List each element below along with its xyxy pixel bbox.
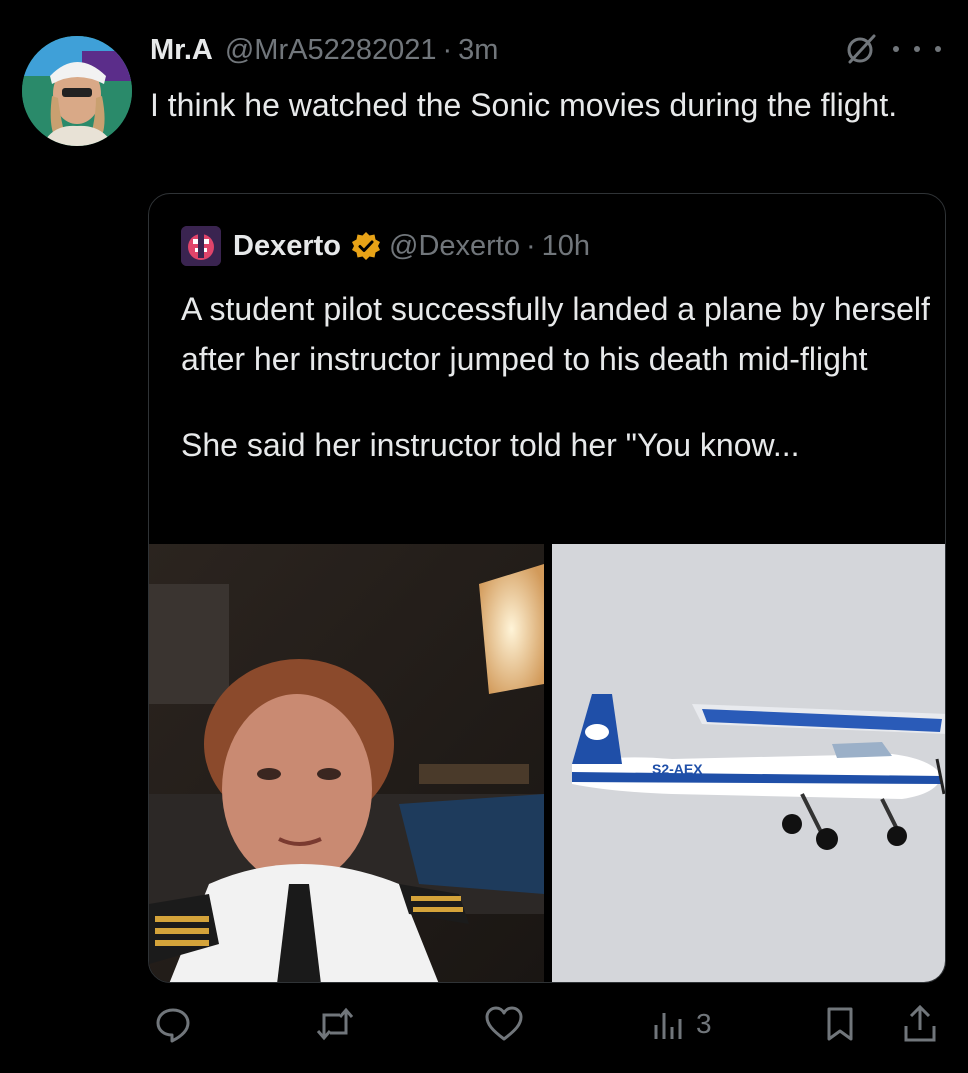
author-name[interactable]: Mr.A	[150, 34, 213, 67]
retweet-button[interactable]	[314, 1000, 356, 1048]
media-grid: S2-AEX	[149, 544, 945, 982]
quoted-author-name[interactable]: Dexerto	[233, 230, 341, 263]
tweet[interactable]: Mr.A @MrA52282021 · 3m I think he watche…	[0, 0, 968, 1073]
tweet-time[interactable]: 3m	[458, 34, 498, 67]
author-handle[interactable]: @MrA52282021	[225, 34, 437, 67]
quoted-author-handle[interactable]: @Dexerto	[389, 230, 520, 263]
plane-registration: S2-AEX	[652, 761, 703, 777]
more-icon[interactable]	[893, 34, 941, 64]
author-avatar[interactable]	[22, 36, 132, 146]
share-icon	[902, 1004, 938, 1044]
bookmark-button[interactable]	[824, 1000, 856, 1048]
quoted-paragraph-1: A student pilot successfully landed a pl…	[181, 291, 930, 377]
grok-icon[interactable]	[844, 32, 878, 66]
quoted-paragraph-2: She said her instructor told her "You kn…	[181, 427, 800, 463]
retweet-icon	[314, 1005, 356, 1043]
quoted-tweet-time[interactable]: 10h	[542, 230, 590, 263]
quoted-tweet-header: Dexerto @Dexerto · 10h	[181, 224, 590, 268]
separator-dot: ·	[442, 33, 453, 66]
plane-photo[interactable]: S2-AEX	[552, 544, 945, 982]
share-button[interactable]	[902, 1000, 938, 1048]
quoted-tweet-text: A student pilot successfully landed a pl…	[181, 284, 931, 470]
views-count: 3	[696, 1008, 712, 1039]
quoted-author-avatar[interactable]	[181, 226, 221, 266]
tweet-text: I think he watched the Sonic movies duri…	[150, 87, 898, 123]
separator-dot: ·	[525, 229, 536, 262]
like-icon	[484, 1005, 524, 1043]
verified-badge-icon	[351, 231, 381, 261]
reply-button[interactable]	[154, 1000, 192, 1048]
tweet-header: Mr.A @MrA52282021 · 3m	[150, 30, 498, 70]
views-icon	[652, 1005, 686, 1043]
reply-icon	[154, 1005, 192, 1043]
views-button[interactable]: 3	[652, 1000, 712, 1048]
pilot-photo[interactable]	[149, 544, 544, 982]
action-bar: 3	[150, 1000, 950, 1048]
quoted-tweet[interactable]: Dexerto @Dexerto · 10h A student pilot s…	[148, 193, 946, 983]
bookmark-icon	[824, 1005, 856, 1043]
like-button[interactable]	[484, 1000, 524, 1048]
